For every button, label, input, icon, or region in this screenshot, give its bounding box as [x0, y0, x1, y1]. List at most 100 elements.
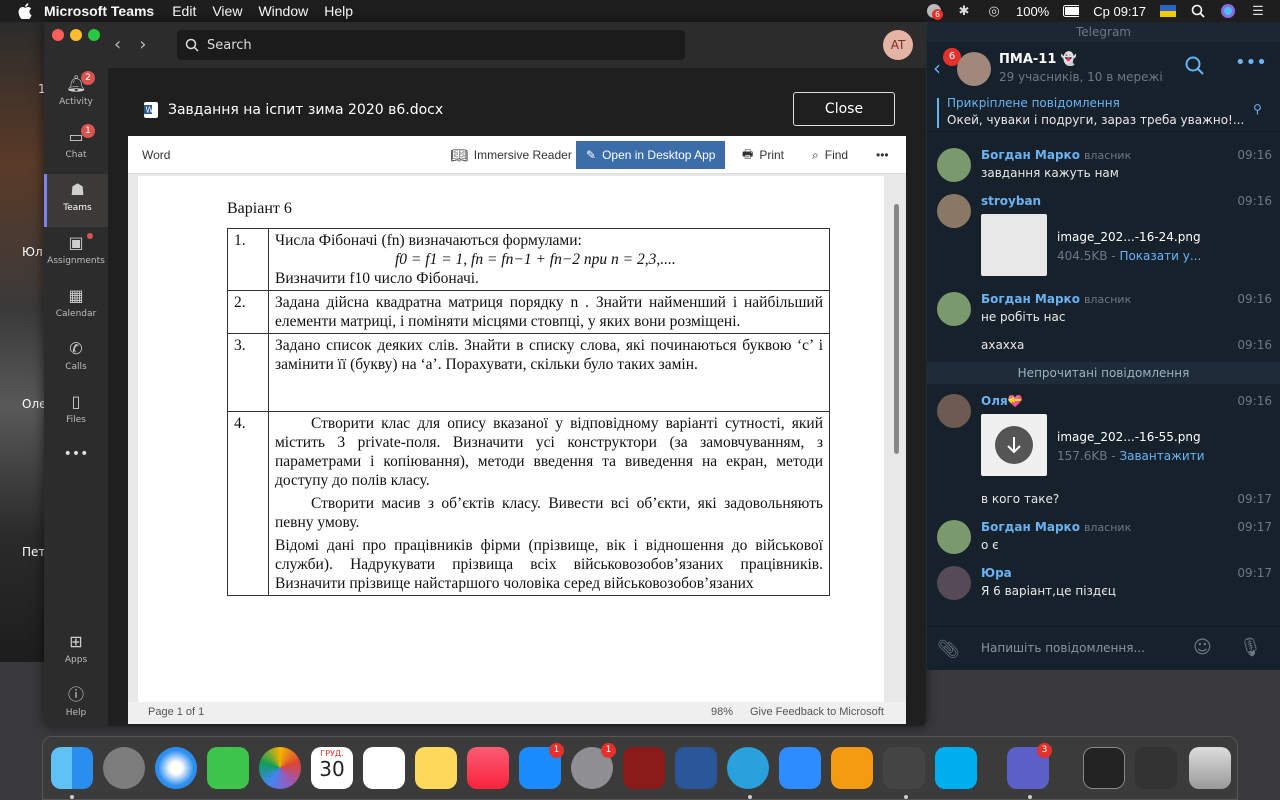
flag-ukraine-icon[interactable] [1160, 3, 1176, 19]
finder-icon[interactable] [51, 747, 93, 789]
dock: ГРУД. 30 1 1 3 [42, 736, 1238, 800]
window-close-button[interactable] [52, 29, 64, 41]
more-icon[interactable]: ••• [1235, 52, 1267, 73]
rail-apps[interactable]: ⊞ Apps [44, 626, 108, 679]
pinned-message[interactable]: Прикріплене повідомлення Окей, чуваки і … [927, 92, 1280, 132]
calendar-app-icon[interactable]: ГРУД. 30 [311, 747, 353, 789]
document-viewport[interactable]: Варіант 6 1. Числа Фібоначі (fn) визнача… [128, 174, 906, 704]
menu-view[interactable]: View [212, 3, 242, 19]
message-time: 09:16 [1237, 292, 1272, 306]
search-icon [185, 38, 199, 52]
music-icon[interactable] [467, 747, 509, 789]
terminal-window-thumbnail[interactable] [1083, 747, 1125, 789]
download-icon[interactable] [995, 426, 1033, 464]
avatar[interactable] [937, 148, 971, 182]
more-options-button[interactable]: ••• [876, 136, 889, 174]
skype-icon[interactable] [935, 747, 977, 789]
show-in-folder-link[interactable]: Показати у... [1119, 249, 1201, 263]
preview-window-thumbnail[interactable] [1135, 747, 1177, 789]
menu-edit[interactable]: Edit [172, 3, 196, 19]
zoom-level[interactable]: 98% [711, 706, 733, 718]
pin-icon[interactable]: ⚲ [1253, 102, 1262, 116]
search-icon[interactable] [1185, 56, 1205, 76]
rail-more[interactable]: ••• [44, 446, 108, 499]
rail-teams[interactable]: ☗ Teams [44, 174, 108, 227]
avatar[interactable] [937, 394, 971, 428]
avatar[interactable] [937, 292, 971, 326]
attach-icon[interactable]: 📎︎ [937, 639, 960, 660]
photo-booth-icon[interactable] [623, 747, 665, 789]
back-chevron-icon[interactable]: ‹ [933, 56, 941, 80]
message-input[interactable]: Напишіть повідомлення... [981, 641, 1145, 655]
immersive-reader-button[interactable]: 📖︎ Immersive Reader [450, 136, 572, 174]
message-file: Оля💝 09:16 image_202...-16-55.png 157.6K… [937, 394, 1272, 484]
siri-icon[interactable] [1220, 3, 1236, 19]
books-icon[interactable] [831, 747, 873, 789]
close-button[interactable]: Close [793, 92, 895, 126]
book-icon: 📖︎ [450, 146, 468, 163]
apple-icon[interactable] [18, 3, 32, 19]
zoom-app-icon[interactable] [779, 747, 821, 789]
clock[interactable]: Ср 09:17 [1093, 4, 1146, 19]
bluetooth-icon[interactable]: ✱ [956, 3, 972, 19]
facetime-icon[interactable] [207, 747, 249, 789]
spotlight-search-icon[interactable] [1190, 3, 1206, 19]
telegram-app-icon[interactable] [727, 747, 769, 789]
sender-name[interactable]: Богдан Марко власник [981, 148, 1131, 162]
reminders-icon[interactable] [363, 747, 405, 789]
avatar[interactable] [937, 194, 971, 228]
airplay-icon[interactable]: ◎ [986, 3, 1002, 19]
content-pane: W Завдання на іспит зима 2020 в6.docx Cl… [108, 68, 926, 726]
image-thumbnail[interactable] [981, 214, 1047, 276]
image-thumbnail[interactable] [981, 414, 1047, 476]
find-button[interactable]: ⌕ Find [812, 136, 848, 174]
task-table: 1. Числа Фібоначі (fn) визначаються форм… [227, 228, 830, 596]
user-avatar[interactable]: AT [883, 30, 913, 60]
search-input[interactable]: Search [177, 30, 685, 60]
menu-help[interactable]: Help [324, 3, 353, 19]
rail-chat[interactable]: ▭ Chat 1 [44, 121, 108, 174]
rail-calls[interactable]: ✆ Calls [44, 333, 108, 386]
rail-files[interactable]: ▯ Files [44, 386, 108, 439]
sender-name[interactable]: Богдан Марко власник [981, 292, 1131, 306]
app-name[interactable]: Microsoft Teams [44, 3, 154, 19]
window-minimize-button[interactable] [70, 29, 82, 41]
sender-name[interactable]: Юра [981, 566, 1012, 580]
vertical-scrollbar[interactable] [894, 204, 899, 454]
trash-icon[interactable] [1189, 747, 1231, 789]
task-paragraph: Створити клас для опису вказаної у відпо… [275, 415, 823, 489]
forward-arrow-icon[interactable]: › [139, 34, 146, 55]
task-text: Задано список деяких слів. Знайти в спис… [268, 333, 830, 412]
rail-activity[interactable]: 🔔︎ Activity 2 [44, 68, 108, 121]
notification-center-icon[interactable]: ☰ [1250, 3, 1266, 19]
rail-assignments[interactable]: ▣ Assignments [44, 227, 108, 280]
battery-icon[interactable] [1063, 3, 1080, 19]
back-arrow-icon[interactable]: ‹ [114, 34, 121, 55]
sender-name[interactable]: stroyban [981, 194, 1041, 208]
telegram-tray-icon[interactable]: 6 [926, 3, 943, 20]
avatar[interactable] [937, 520, 971, 554]
safari-icon[interactable] [155, 747, 197, 789]
rail-calendar[interactable]: ▦ Calendar [44, 280, 108, 333]
sender-name[interactable]: Богдан Марко власник [981, 520, 1131, 534]
app-store-badge: 1 [549, 743, 564, 758]
variant-heading: Варіант 6 [227, 200, 292, 217]
sublime-text-icon[interactable] [883, 747, 925, 789]
rail-help[interactable]: ⓘ Help [44, 679, 108, 726]
photos-icon[interactable] [259, 747, 301, 789]
feedback-link[interactable]: Give Feedback to Microsoft [750, 706, 884, 718]
window-zoom-button[interactable] [88, 29, 100, 41]
launchpad-icon[interactable] [103, 747, 145, 789]
chat-name[interactable]: ПМА-11 👻 [999, 52, 1077, 67]
download-link[interactable]: Завантажити [1119, 449, 1204, 463]
menu-window[interactable]: Window [258, 3, 308, 19]
microphone-icon[interactable]: 🎙︎ [1239, 637, 1262, 658]
notes-icon[interactable] [415, 747, 457, 789]
emoji-icon[interactable]: ☺ [1193, 637, 1212, 658]
sender-name[interactable]: Оля💝 [981, 394, 1023, 408]
word-app-icon[interactable] [675, 747, 717, 789]
open-desktop-app-button[interactable]: ✎ Open in Desktop App [576, 141, 726, 169]
print-button[interactable]: 🖶︎ Print [742, 136, 784, 174]
chat-avatar[interactable] [957, 52, 991, 86]
avatar[interactable] [937, 566, 971, 600]
